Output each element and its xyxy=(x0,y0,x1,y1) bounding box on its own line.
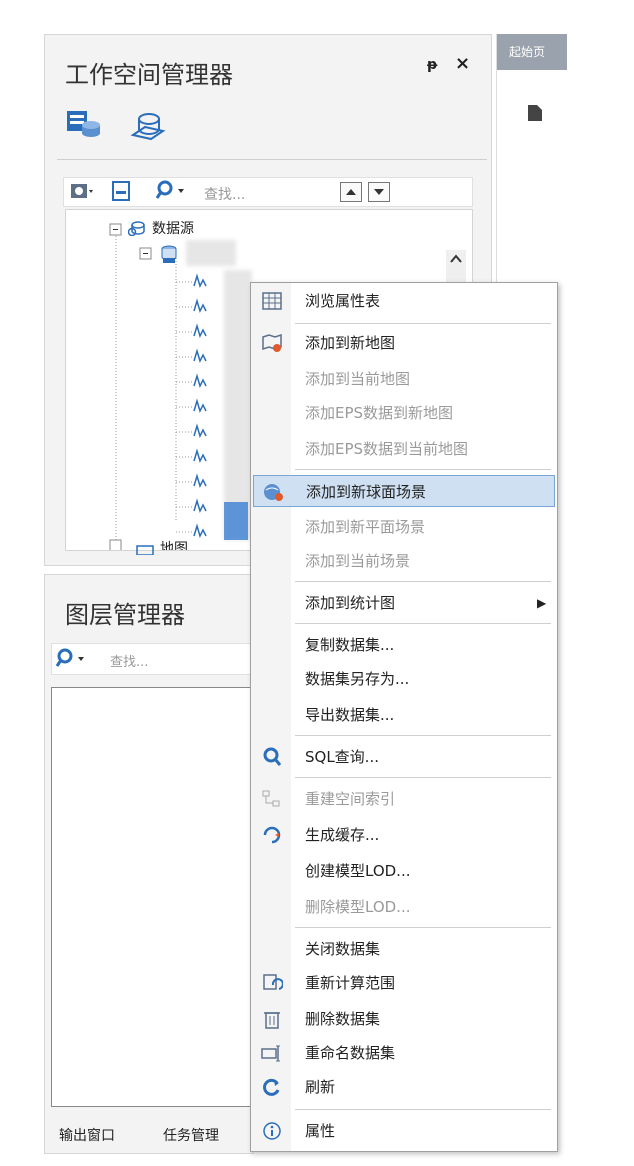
tab-output-window[interactable]: 输出窗口 xyxy=(59,1125,115,1145)
menu-item-generate-cache[interactable]: 生成缓存... xyxy=(253,819,555,851)
menu-item-copy-dataset[interactable]: 复制数据集... xyxy=(253,629,555,661)
menu-item-rename-dataset[interactable]: 重命名数据集 xyxy=(253,1037,555,1069)
submenu-arrow-icon: ▶ xyxy=(537,596,547,610)
scene-tab-icon[interactable] xyxy=(129,107,167,143)
menu-item-add-eps-to-current-map[interactable]: 添加EPS数据到当前地图 xyxy=(253,433,555,465)
menu-item-save-dataset-as[interactable]: 数据集另存为... xyxy=(253,663,555,695)
refresh-icon xyxy=(261,1077,283,1097)
workspace-tab-icon[interactable] xyxy=(65,107,103,143)
pin-icon[interactable]: ᵽ xyxy=(427,57,437,73)
tab-task-manager[interactable]: 任务管理 xyxy=(163,1125,219,1145)
scroll-down-button[interactable] xyxy=(368,182,390,202)
rename-icon xyxy=(261,1043,283,1063)
tree-node-map[interactable]: 地图 xyxy=(160,538,188,550)
recalc-icon xyxy=(261,973,284,993)
page-icon xyxy=(527,104,543,122)
spatial-index-icon xyxy=(261,789,283,809)
blurred-database-name xyxy=(186,240,236,266)
menu-item-close-dataset[interactable]: 关闭数据集 xyxy=(253,933,555,965)
menu-item-delete-dataset[interactable]: 删除数据集 xyxy=(253,1003,555,1035)
layer-manager-panel: 图层管理器 查找... 输出窗口 任务管理 xyxy=(44,574,254,1154)
map-icon xyxy=(136,540,154,556)
context-menu: 浏览属性表 添加到新地图 添加到当前地图 添加EPS数据到新地图 添加EPS数据… xyxy=(250,282,558,1152)
menu-item-create-model-lod[interactable]: 创建模型LOD... xyxy=(253,855,555,887)
menu-item-browse-attribute-table[interactable]: 浏览属性表 xyxy=(253,285,555,317)
layer-panel-title: 图层管理器 xyxy=(65,601,185,629)
menu-item-add-to-current-scene[interactable]: 添加到当前场景 xyxy=(253,545,555,577)
globe-scene-icon xyxy=(262,482,284,502)
add-map-icon xyxy=(261,333,283,353)
bottom-tabs: 输出窗口 任务管理 xyxy=(45,1113,253,1153)
workspace-toolbar: 查找... xyxy=(63,177,473,207)
datasource-icon xyxy=(127,220,146,237)
menu-item-properties[interactable]: 属性 xyxy=(253,1115,555,1147)
selected-dataset-highlight xyxy=(224,502,248,540)
layer-search-box[interactable]: 查找... xyxy=(51,643,253,675)
info-icon xyxy=(261,1121,283,1141)
menu-item-sql-query[interactable]: SQL查询... xyxy=(253,741,555,773)
tree-node-datasource[interactable]: 数据源 xyxy=(152,218,194,238)
search-icon xyxy=(261,747,283,767)
blurred-dataset-names xyxy=(224,270,252,540)
menu-item-add-to-new-globe-scene[interactable]: 添加到新球面场景 xyxy=(253,475,555,507)
scroll-up-button[interactable] xyxy=(340,182,362,202)
trash-icon xyxy=(261,1009,283,1029)
menu-item-recalculate-bounds[interactable]: 重新计算范围 xyxy=(253,967,555,999)
menu-item-add-to-new-plane-scene[interactable]: 添加到新平面场景 xyxy=(253,511,555,543)
menu-item-refresh[interactable]: 刷新 xyxy=(253,1071,555,1103)
menu-item-export-dataset[interactable]: 导出数据集... xyxy=(253,699,555,731)
menu-item-add-to-new-map[interactable]: 添加到新地图 xyxy=(253,327,555,359)
search-icon[interactable] xyxy=(55,648,88,670)
menu-item-add-to-current-map[interactable]: 添加到当前地图 xyxy=(253,363,555,395)
layer-list xyxy=(51,687,253,1107)
view-icon[interactable] xyxy=(70,181,94,201)
table-icon xyxy=(261,291,283,311)
layer-search-input[interactable]: 查找... xyxy=(110,651,148,670)
close-icon[interactable]: × xyxy=(455,53,470,74)
workspace-panel-title: 工作空间管理器 xyxy=(65,61,233,89)
dataset-line-icons xyxy=(176,281,192,533)
menu-item-rebuild-spatial-index[interactable]: 重建空间索引 xyxy=(253,783,555,815)
document-icon[interactable] xyxy=(110,181,132,201)
database-icon xyxy=(158,244,180,264)
menu-item-add-to-statistics-chart[interactable]: 添加到统计图 ▶ xyxy=(253,587,555,619)
tab-start-page[interactable]: 起始页 xyxy=(497,34,567,70)
cache-icon xyxy=(261,825,283,845)
workspace-search-input[interactable]: 查找... xyxy=(204,184,245,204)
search-icon[interactable] xyxy=(155,180,188,202)
tab-divider xyxy=(57,159,487,160)
menu-item-add-eps-to-new-map[interactable]: 添加EPS数据到新地图 xyxy=(253,397,555,429)
menu-item-delete-model-lod[interactable]: 删除模型LOD... xyxy=(253,891,555,923)
